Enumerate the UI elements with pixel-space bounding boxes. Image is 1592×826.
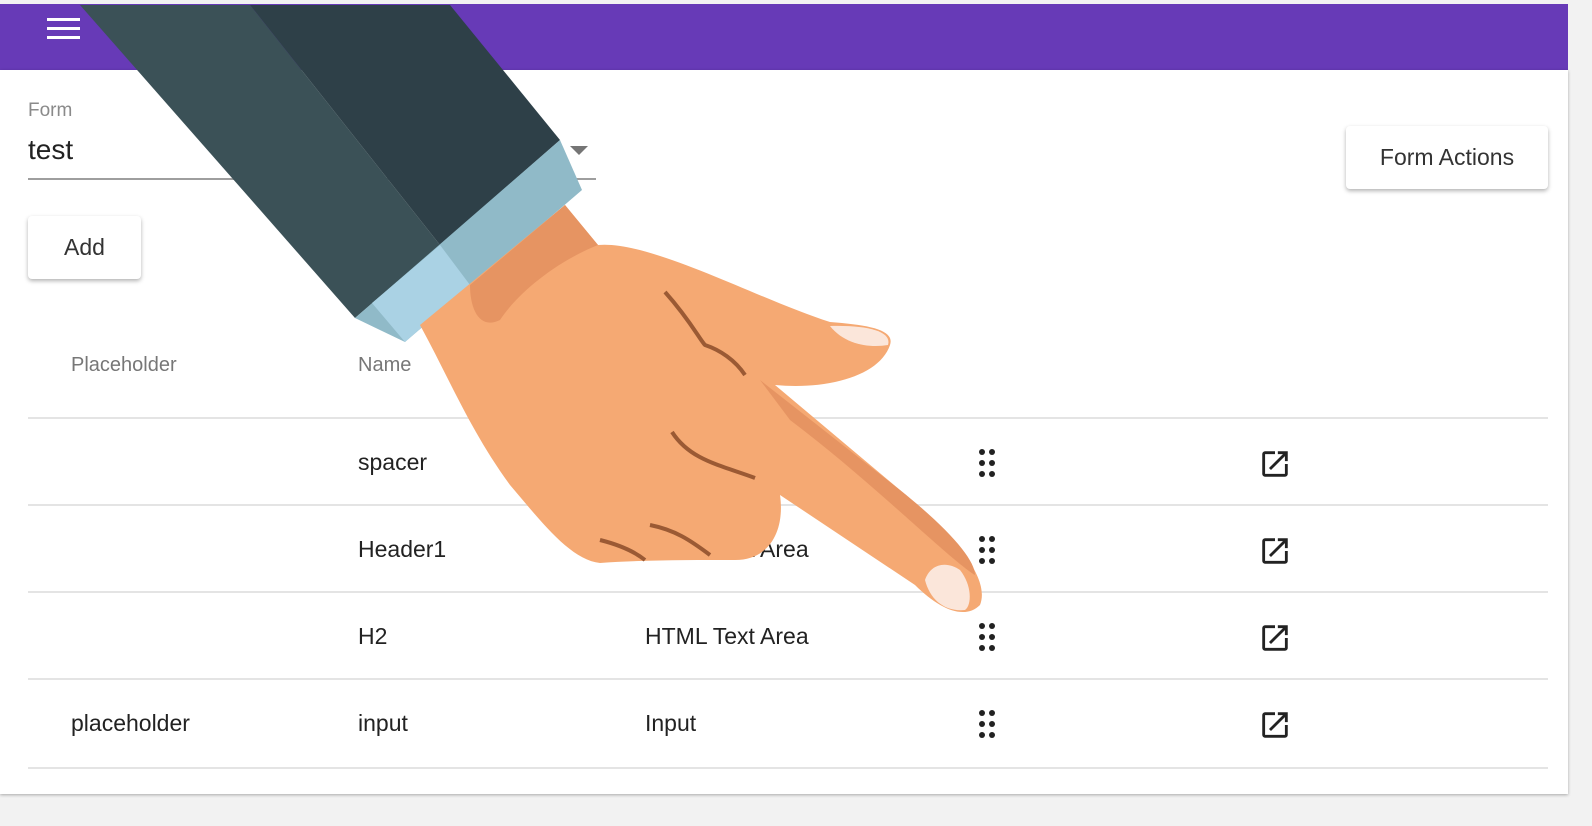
column-header-placeholder[interactable]: Placeholder xyxy=(71,354,177,377)
drag-handle-icon[interactable] xyxy=(979,623,999,653)
table-row[interactable]: spacer xyxy=(28,417,1548,506)
table-row[interactable]: H2 HTML Text Area xyxy=(28,591,1548,680)
cell-name: H2 xyxy=(358,623,388,649)
open-in-new-icon[interactable] xyxy=(1258,447,1292,481)
hamburger-menu-icon[interactable] xyxy=(47,18,81,44)
cell-name: input xyxy=(358,710,408,736)
form-actions-button[interactable]: Form Actions xyxy=(1346,126,1548,189)
drag-handle-icon[interactable] xyxy=(979,536,999,566)
column-header-name[interactable]: Name xyxy=(358,354,411,377)
form-select-value: test xyxy=(28,134,74,165)
cell-type: HTML Text Area xyxy=(645,623,809,649)
cell-placeholder: placeholder xyxy=(71,710,190,736)
drag-handle-icon[interactable] xyxy=(979,449,999,479)
cell-name: Header1 xyxy=(358,536,447,562)
top-app-bar xyxy=(0,4,1568,70)
drag-handle-icon[interactable] xyxy=(979,710,999,740)
table-row[interactable]: placeholder input Input xyxy=(28,678,1548,769)
cell-name: spacer xyxy=(358,449,428,475)
open-in-new-icon[interactable] xyxy=(1258,708,1292,742)
form-select[interactable]: test xyxy=(28,130,596,180)
open-in-new-icon[interactable] xyxy=(1258,621,1292,655)
table-row[interactable]: Header1 HTML Text Area xyxy=(28,504,1548,593)
form-select-label: Form xyxy=(28,100,73,121)
cell-type: Input xyxy=(645,710,697,736)
cell-type: HTML Text Area xyxy=(645,536,809,562)
add-button[interactable]: Add xyxy=(28,216,141,279)
dropdown-arrow-icon xyxy=(570,146,588,155)
open-in-new-icon[interactable] xyxy=(1258,534,1292,568)
